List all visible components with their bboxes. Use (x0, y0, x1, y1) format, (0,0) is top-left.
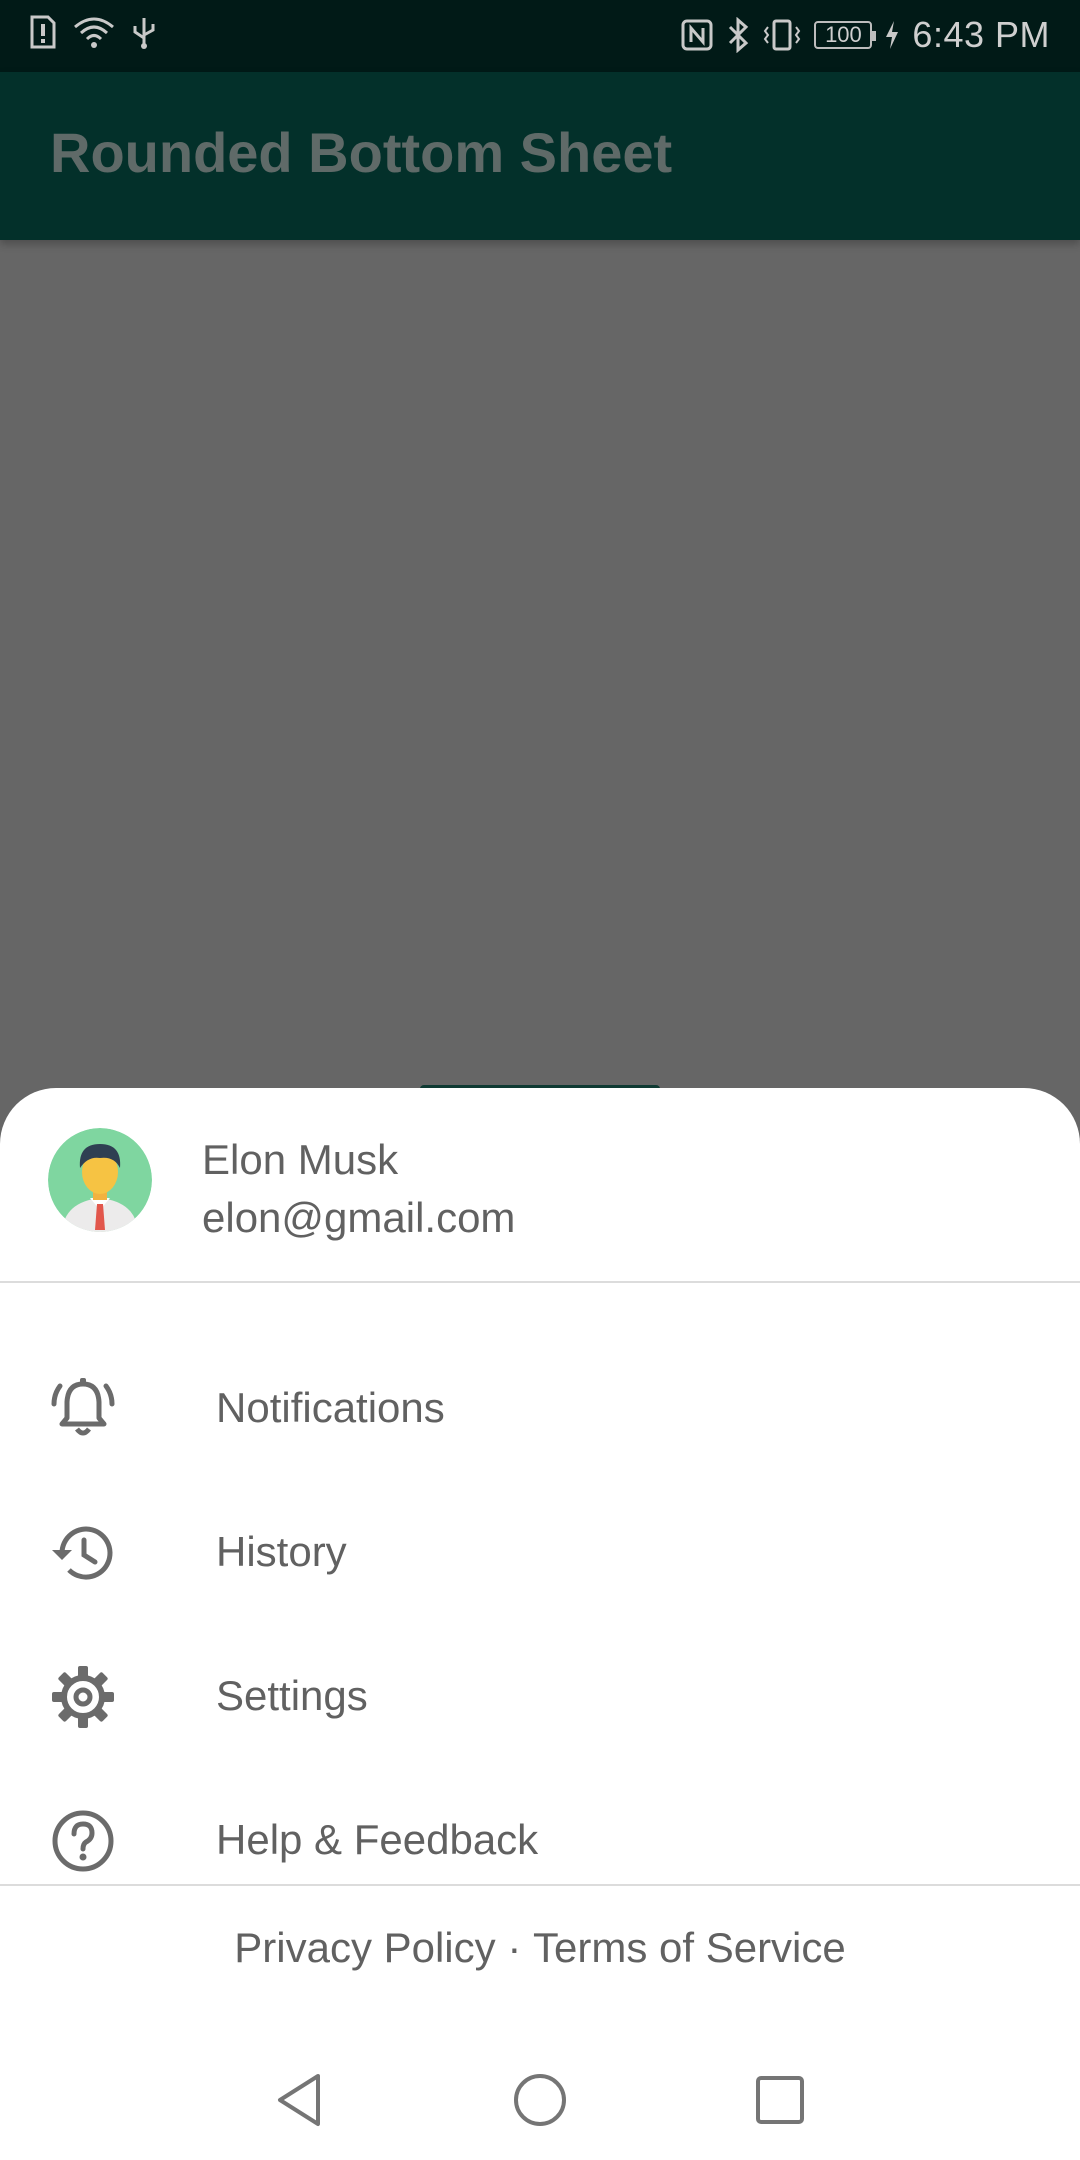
battery-level: 100 (825, 22, 862, 47)
profile-header[interactable]: Elon Musk elon@gmail.com (0, 1088, 1080, 1282)
terms-of-service-link[interactable]: Terms of Service (533, 1924, 846, 1972)
divider (0, 1281, 1080, 1283)
menu-item-notifications[interactable]: Notifications (0, 1336, 1080, 1480)
divider (0, 1884, 1080, 1886)
menu-item-history[interactable]: History (0, 1480, 1080, 1624)
charging-icon (886, 21, 899, 49)
recents-icon[interactable] (750, 2070, 810, 2130)
bell-icon (51, 1378, 115, 1436)
scrim-overlay[interactable] (0, 240, 1080, 1088)
system-nav-bar (0, 2040, 1080, 2160)
status-right-icons: 100 6:43 PM (680, 14, 1050, 56)
menu-item-label: Notifications (216, 1384, 445, 1431)
profile-email: elon@gmail.com (202, 1194, 516, 1241)
page-title: Rounded Bottom Sheet (50, 121, 673, 184)
bluetooth-icon (729, 17, 749, 53)
status-bar: 100 6:43 PM (0, 0, 1080, 72)
app-bar: Rounded Bottom Sheet (0, 72, 1080, 240)
help-icon (52, 1810, 114, 1872)
gear-icon (52, 1666, 114, 1728)
user-avatar-icon (48, 1128, 152, 1232)
privacy-policy-link[interactable]: Privacy Policy (234, 1924, 495, 1972)
footer-separator: · (507, 1924, 522, 1971)
history-icon (52, 1526, 113, 1580)
nfc-icon (681, 19, 713, 51)
usb-icon (133, 18, 155, 49)
bottom-sheet: Elon Musk elon@gmail.com Notifications H… (0, 1088, 1080, 2160)
menu-item-label: Settings (216, 1672, 368, 1719)
battery-icon: 100 (814, 21, 877, 49)
profile-name: Elon Musk (202, 1136, 399, 1183)
home-icon[interactable] (510, 2070, 570, 2130)
menu-item-label: History (216, 1528, 347, 1575)
menu-item-settings[interactable]: Settings (0, 1624, 1080, 1768)
back-icon[interactable] (270, 2070, 330, 2130)
sim-alert-icon (30, 15, 56, 49)
vibrate-icon (764, 19, 801, 51)
menu-item-help-feedback[interactable]: Help & Feedback (0, 1768, 1080, 1912)
menu-item-label: Help & Feedback (216, 1816, 539, 1863)
status-time: 6:43 PM (912, 14, 1050, 55)
wifi-icon (74, 17, 114, 48)
status-left-icons (28, 14, 158, 50)
footer-links: Privacy Policy · Terms of Service (0, 1924, 1080, 1972)
